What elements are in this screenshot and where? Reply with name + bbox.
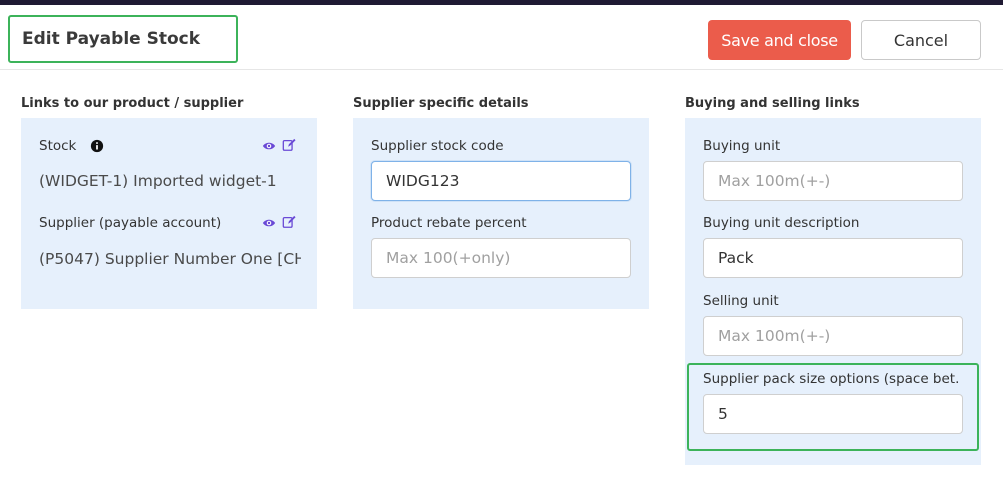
info-circle-icon[interactable]: [90, 139, 104, 153]
edit-icon[interactable]: [282, 138, 296, 152]
buying-unit-input[interactable]: [703, 161, 963, 201]
buying-selling-heading: Buying and selling links: [685, 96, 860, 111]
selling-unit-input[interactable]: [703, 316, 963, 356]
links-heading: Links to our product / supplier: [21, 96, 244, 111]
cancel-button[interactable]: Cancel: [861, 20, 981, 60]
links-panel: Stock (WIDGET-1) Imported widget-1 Suppl…: [21, 118, 317, 309]
product-rebate-input[interactable]: [371, 238, 631, 278]
buying-unit-description-label: Buying unit description: [703, 215, 860, 231]
buying-unit-label: Buying unit: [703, 138, 781, 154]
supplier-pack-size-label: Supplier pack size options (space bet...: [703, 371, 959, 387]
page-title: Edit Payable Stock: [22, 29, 201, 49]
supplier-stock-code-input[interactable]: [371, 161, 631, 201]
title-highlight: Edit Payable Stock: [8, 15, 238, 63]
supplier-pack-size-input[interactable]: [703, 394, 963, 434]
eye-icon[interactable]: [262, 216, 276, 230]
supplier-details-panel: Supplier stock code Product rebate perce…: [353, 118, 649, 309]
selling-unit-label: Selling unit: [703, 293, 779, 309]
buying-selling-panel: Buying unit Buying unit description Sell…: [685, 118, 981, 465]
product-rebate-label: Product rebate percent: [371, 215, 527, 231]
save-and-close-button[interactable]: Save and close: [708, 20, 851, 60]
supplier-details-heading: Supplier specific details: [353, 96, 529, 111]
supplier-label: Supplier (payable account): [39, 215, 222, 231]
buying-unit-description-input[interactable]: [703, 238, 963, 278]
supplier-value: (P5047) Supplier Number One [CH: [39, 250, 301, 268]
edit-icon[interactable]: [282, 215, 296, 229]
stock-label: Stock: [39, 138, 77, 154]
supplier-stock-code-label: Supplier stock code: [371, 138, 504, 154]
stock-value: (WIDGET-1) Imported widget-1: [39, 172, 277, 190]
modal-header: Edit Payable Stock Save and close Cancel: [0, 5, 1003, 70]
eye-icon[interactable]: [262, 139, 276, 153]
